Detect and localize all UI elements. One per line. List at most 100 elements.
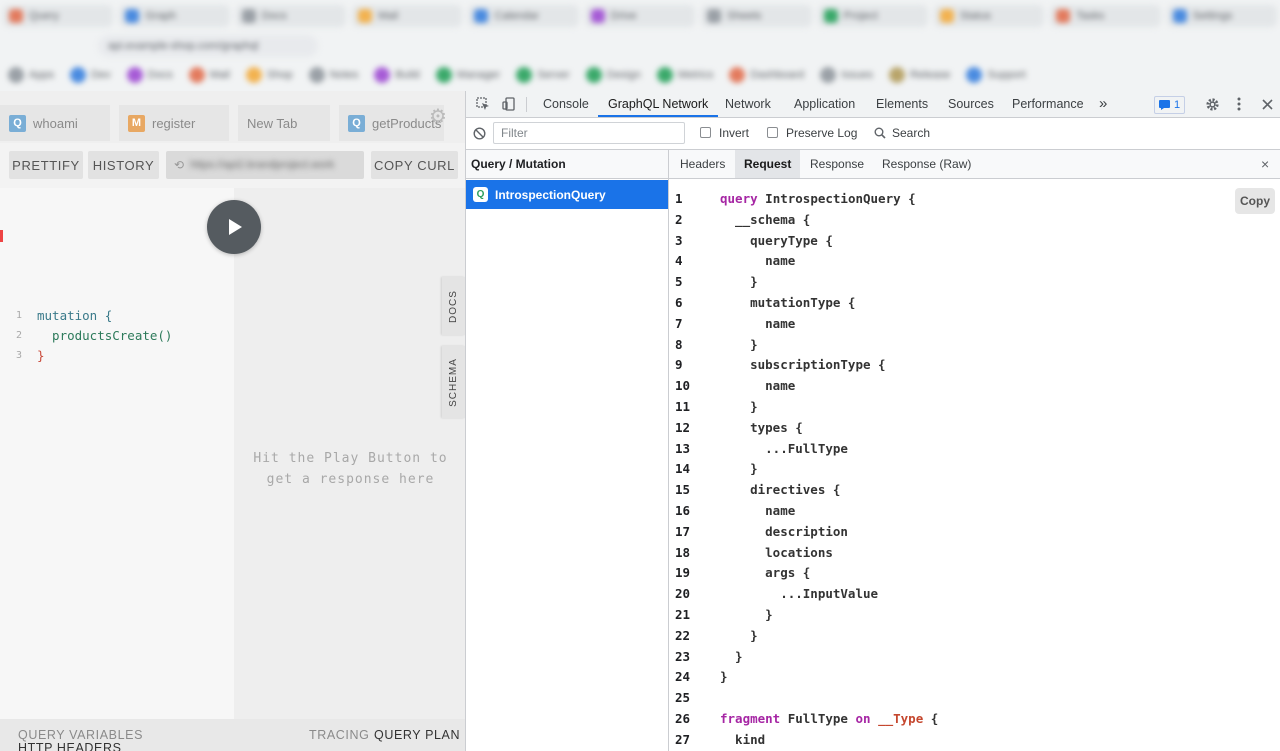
browser-tab[interactable]: Calendar xyxy=(468,5,579,27)
browser-tab[interactable]: Sheets xyxy=(701,5,812,27)
line-number: 13 xyxy=(675,440,691,456)
bookmark-label: Design xyxy=(606,69,641,81)
browser-tab[interactable]: Mail xyxy=(352,5,463,27)
playground-tab-new[interactable]: New Tab xyxy=(238,105,330,141)
copy-curl-button[interactable]: COPY CURL xyxy=(371,151,458,179)
tab-request[interactable]: Request xyxy=(735,150,801,178)
bookmark-item[interactable]: Notes xyxy=(308,67,359,83)
clear-block-icon[interactable] xyxy=(473,127,486,143)
endpoint-url-field[interactable]: ⟲ https://api2.brandproject.work xyxy=(166,151,364,179)
browser-tab[interactable]: Graph xyxy=(119,5,230,27)
browser-tab-title: Settings xyxy=(1192,10,1233,22)
line-code: kind xyxy=(720,731,766,747)
history-button[interactable]: HISTORY xyxy=(88,151,159,179)
query-variables-toggle[interactable]: QUERY VARIABLES xyxy=(18,728,143,742)
bookmark-item[interactable]: Design xyxy=(585,67,641,83)
toolbar-divider xyxy=(526,97,527,112)
request-row-introspectionquery[interactable]: Q IntrospectionQuery xyxy=(466,180,668,209)
query-plan-toggle[interactable]: QUERY PLAN xyxy=(374,728,460,742)
line-code: } xyxy=(37,348,45,363)
hint-line: Hit the Play Button to xyxy=(253,451,448,466)
close-detail-icon[interactable]: × xyxy=(1261,156,1269,172)
issues-badge[interactable]: 1 xyxy=(1154,96,1186,114)
tab-response-raw[interactable]: Response (Raw) xyxy=(873,150,980,178)
tab-elements[interactable]: Elements xyxy=(876,91,928,117)
bookmark-item[interactable]: Dev xyxy=(70,67,111,83)
browser-tab[interactable]: Query xyxy=(3,5,114,27)
line-code: args { xyxy=(720,565,811,581)
bookmark-label: Build xyxy=(395,69,420,81)
browser-tab[interactable]: Settings xyxy=(1166,5,1277,27)
prettify-button[interactable]: PRETTIFY xyxy=(9,151,83,179)
bookmark-label: Release xyxy=(909,69,951,81)
browser-tab[interactable]: Project xyxy=(817,5,928,27)
browser-tab[interactable]: Status xyxy=(933,5,1045,27)
bookmark-label: Server xyxy=(537,69,570,81)
settings-gear-icon[interactable]: ⚙ xyxy=(428,107,448,127)
line-code: productsCreate() xyxy=(37,328,173,343)
filter-input[interactable] xyxy=(493,122,685,144)
mutation-badge: M xyxy=(128,114,145,132)
query-editor[interactable]: 1 mutation { 2 productsCreate() 3 } xyxy=(0,188,234,719)
line-code: } xyxy=(720,607,773,622)
line-number: 10 xyxy=(675,378,691,394)
browser-tab-title: Docs xyxy=(261,10,287,22)
line-number: 17 xyxy=(675,523,691,539)
browser-tab[interactable]: Tasks xyxy=(1050,5,1161,27)
bookmark-item[interactable]: Manager xyxy=(435,67,500,83)
browser-chrome: Query Graph Docs Mail Calendar Drive Sheets Pro… xyxy=(0,0,1280,91)
browser-tab[interactable]: Docs xyxy=(235,5,347,27)
http-headers-toggle[interactable]: HTTP HEADERS xyxy=(18,741,122,751)
inspect-element-icon[interactable] xyxy=(474,95,492,113)
bookmark-label: Shop xyxy=(266,69,293,81)
tab-headers[interactable]: Headers xyxy=(671,150,734,178)
search-icon[interactable] xyxy=(874,127,886,142)
bookmark-item[interactable]: Build xyxy=(374,67,420,83)
invert-checkbox[interactable] xyxy=(700,127,711,138)
browser-tab-title: Query xyxy=(29,10,59,22)
line-code: locations xyxy=(720,544,833,560)
query-badge: Q xyxy=(348,114,365,132)
bookmark-item[interactable]: Release xyxy=(888,67,951,83)
search-label[interactable]: Search xyxy=(892,126,930,140)
address-bar[interactable]: api.example-shop.com/graphql xyxy=(98,35,318,57)
more-tabs-chevron-icon[interactable]: » xyxy=(1099,91,1107,117)
bookmark-favicon-icon xyxy=(656,67,673,83)
bookmark-item[interactable]: Server xyxy=(516,67,570,83)
tab-label: New Tab xyxy=(247,115,298,131)
bookmark-item[interactable]: Docs xyxy=(126,67,173,83)
preserve-log-checkbox[interactable] xyxy=(767,127,778,138)
docs-side-tab[interactable]: DOCS xyxy=(442,277,465,335)
browser-tab-title: Calendar xyxy=(494,10,540,22)
bookmark-item[interactable]: Dashboard xyxy=(729,67,804,83)
bookmark-item[interactable]: Apps xyxy=(8,67,54,83)
copy-button[interactable]: Copy xyxy=(1235,188,1275,214)
bookmark-item[interactable]: Metrics xyxy=(656,67,713,83)
device-toggle-icon[interactable] xyxy=(500,95,518,113)
bookmark-item[interactable]: Mail xyxy=(188,67,230,83)
reload-schema-icon[interactable]: ⟲ xyxy=(174,158,184,172)
browser-tab[interactable]: Drive xyxy=(584,5,696,27)
devtools-panel: Console GraphQL Network Network Applicat… xyxy=(465,91,1280,751)
settings-gear-icon[interactable] xyxy=(1203,95,1221,113)
playground-tab-register[interactable]: M register xyxy=(119,105,229,141)
tab-sources[interactable]: Sources xyxy=(948,91,994,117)
close-icon[interactable] xyxy=(1258,95,1276,113)
play-button[interactable] xyxy=(207,200,261,254)
bookmark-item[interactable]: Support xyxy=(966,67,1026,83)
bookmark-item[interactable]: Shop xyxy=(245,67,293,83)
bookmark-item[interactable]: Issues xyxy=(820,67,873,83)
tab-console[interactable]: Console xyxy=(543,91,589,117)
tracing-toggle[interactable]: TRACING xyxy=(309,728,369,742)
schema-side-tab[interactable]: SCHEMA xyxy=(442,346,465,418)
tab-response[interactable]: Response xyxy=(801,150,873,178)
browser-tab-strip[interactable]: Query Graph Docs Mail Calendar Drive Sheets Pro… xyxy=(0,2,1280,30)
tab-application[interactable]: Application xyxy=(794,91,855,117)
playground-tab-whoami[interactable]: Q whoami xyxy=(0,105,110,141)
tab-graphql-network[interactable]: GraphQL Network xyxy=(598,91,719,117)
more-options-icon[interactable] xyxy=(1230,95,1248,113)
bookmark-label: Notes xyxy=(329,69,359,81)
tab-performance[interactable]: Performance xyxy=(1012,91,1084,117)
line-code: mutationType { xyxy=(720,295,856,310)
tab-network[interactable]: Network xyxy=(725,91,771,117)
